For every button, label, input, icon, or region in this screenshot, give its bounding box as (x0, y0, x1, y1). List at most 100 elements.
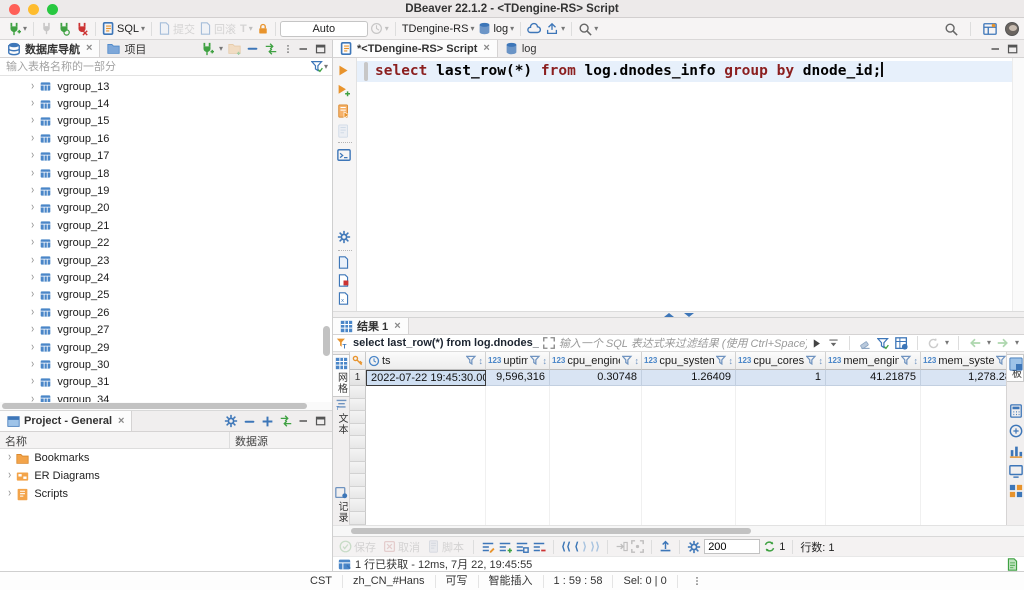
tab-text-presentation[interactable]: T 文本 (333, 396, 350, 437)
tab-database-navigator[interactable]: 数据库导航 × (0, 40, 100, 57)
log-status-icon[interactable] (1006, 558, 1019, 571)
explain-plan-icon[interactable] (337, 124, 351, 138)
column-sort-icon[interactable]: ↕ (479, 356, 484, 366)
commit-button[interactable]: 提交 (156, 20, 197, 38)
auto-refresh-icon[interactable] (763, 540, 776, 553)
back-icon[interactable] (968, 337, 982, 349)
metadata-panel-icon[interactable] (1009, 484, 1023, 498)
calc-panel-icon[interactable] (1009, 404, 1023, 418)
chevron-right-icon[interactable]: › (31, 376, 34, 388)
column-filter-icon[interactable] (716, 355, 727, 366)
grid-data-row[interactable]: 1 2022-07-22 19:45:30.0009,596,3160.3074… (350, 370, 1006, 386)
tree-item-vgroup_26[interactable]: ›vgroup_26 (0, 304, 332, 321)
tree-item-vgroup_16[interactable]: ›vgroup_16 (0, 130, 332, 147)
maximize-view-icon[interactable] (1007, 43, 1019, 55)
tree-item-vgroup_23[interactable]: ›vgroup_23 (0, 252, 332, 269)
tree-item-vgroup_29[interactable]: ›vgroup_29 (0, 339, 332, 356)
column-filter-icon[interactable] (806, 355, 817, 366)
tab-results-1[interactable]: 结果 1 × (333, 318, 409, 334)
chevron-right-icon[interactable]: › (31, 307, 34, 319)
column-header-cpu_system[interactable]: 123cpu_system↕ (642, 352, 736, 370)
chevron-right-icon[interactable]: › (31, 342, 34, 354)
chevron-right-icon[interactable]: › (31, 98, 34, 110)
goto-row-icon[interactable] (615, 540, 628, 553)
chevron-right-icon[interactable]: › (8, 452, 11, 464)
add-row-icon[interactable] (498, 540, 512, 554)
column-header-uptime[interactable]: 123uptime↕ (486, 352, 550, 370)
delete-file-icon[interactable]: x (337, 292, 350, 305)
next-row-button[interactable]: ⟩ (582, 540, 587, 553)
column-filter-icon[interactable] (466, 355, 477, 366)
open-file-icon[interactable] (337, 256, 350, 269)
edit-row-icon[interactable] (481, 540, 495, 554)
filter-placeholder[interactable]: 输入一个 SQL 表达式来过滤结果 (使用 Ctrl+Space) (559, 335, 807, 351)
perspective-button[interactable] (981, 20, 999, 38)
tree-item-vgroup_21[interactable]: ›vgroup_21 (0, 217, 332, 234)
chevron-right-icon[interactable]: › (31, 359, 34, 371)
new-sql-editor-button[interactable]: SQL▾ (100, 20, 147, 38)
column-header-cpu_engine[interactable]: 123cpu_engine↕ (550, 352, 642, 370)
tree-item-vgroup_30[interactable]: ›vgroup_30 (0, 356, 332, 373)
close-icon[interactable]: × (86, 43, 92, 54)
network-profiles-button[interactable]: ▾ (543, 20, 567, 38)
chevron-right-icon[interactable]: › (31, 272, 34, 284)
rollback-button[interactable]: 回滚 (197, 20, 238, 38)
close-icon[interactable]: × (483, 43, 489, 54)
result-grid[interactable]: ts↕123uptime↕123cpu_engine↕123cpu_system… (350, 352, 1006, 525)
minimize-view-icon[interactable] (298, 43, 310, 55)
tree-item-vgroup_34[interactable]: ›vgroup_34 (0, 391, 332, 402)
cell-cpu_cores[interactable]: 1 (736, 370, 826, 386)
collapse-down-icon[interactable] (684, 313, 694, 317)
grid-horizontal-scrollbar[interactable] (333, 525, 1024, 536)
cancel-button[interactable]: 取消 (381, 539, 422, 555)
tree-item-vgroup_20[interactable]: ›vgroup_20 (0, 200, 332, 217)
collapse-up-icon[interactable] (664, 313, 674, 317)
save-button[interactable]: 保存 (337, 539, 378, 555)
previous-row-button[interactable]: ⟨ (574, 540, 579, 553)
tab-panels[interactable]: 面板 (1007, 354, 1024, 382)
tab-record-mode[interactable]: 记录 (333, 484, 350, 525)
cloud-button[interactable] (525, 20, 543, 38)
delete-row-icon[interactable] (532, 540, 546, 554)
sql-console-icon[interactable] (337, 148, 351, 162)
project-item-bookmarks[interactable]: ›Bookmarks (0, 449, 332, 467)
result-query-text[interactable]: select last_row(*) from log.dnodes_ (353, 337, 539, 349)
chevron-right-icon[interactable]: › (8, 488, 11, 500)
execute-new-tab-icon[interactable] (337, 84, 350, 97)
column-sort-icon[interactable]: ↕ (914, 356, 919, 366)
minimize-window-button[interactable] (28, 4, 39, 15)
save-file-icon[interactable] (337, 274, 350, 287)
tree-item-vgroup_15[interactable]: ›vgroup_15 (0, 113, 332, 130)
active-connection-selector[interactable]: TDengine-RS▾ (400, 20, 477, 38)
tab-sql-script[interactable]: *<TDengine-RS> Script × (333, 40, 498, 57)
grid-corner-cell[interactable] (350, 352, 366, 370)
chevron-right-icon[interactable]: › (31, 115, 34, 127)
zoom-window-button[interactable] (47, 4, 58, 15)
minimize-view-icon[interactable] (990, 43, 1002, 55)
tree-item-vgroup_25[interactable]: ›vgroup_25 (0, 287, 332, 304)
column-filter-icon[interactable] (996, 355, 1007, 366)
connect-button[interactable] (38, 20, 55, 38)
grid-settings-icon[interactable] (895, 337, 908, 350)
tree-item-vgroup_14[interactable]: ›vgroup_14 (0, 95, 332, 112)
tab-projects[interactable]: 项目 (100, 40, 153, 57)
cell-uptime[interactable]: 9,596,316 (486, 370, 550, 386)
chevron-right-icon[interactable]: › (31, 394, 34, 402)
editor-scrollbar[interactable] (1012, 58, 1024, 311)
tree-vertical-scrollbar[interactable] (323, 326, 330, 356)
chevron-right-icon[interactable]: › (31, 168, 34, 180)
table-filter-input[interactable] (4, 60, 311, 74)
active-database-selector[interactable]: log▾ (476, 20, 516, 38)
apply-filter-icon[interactable] (811, 338, 822, 349)
tree-item-vgroup_24[interactable]: ›vgroup_24 (0, 269, 332, 286)
tree-item-vgroup_19[interactable]: ›vgroup_19 (0, 182, 332, 199)
column-sort-icon[interactable]: ↕ (819, 356, 824, 366)
transaction-mode-button[interactable]: T▾ (238, 20, 255, 38)
gear-icon[interactable] (224, 414, 238, 428)
filter-history-icon[interactable] (827, 338, 840, 349)
filter-icon[interactable] (311, 60, 324, 73)
collapse-icon[interactable] (243, 415, 256, 428)
editor-settings-icon[interactable] (337, 230, 351, 244)
fetch-size-input[interactable] (704, 539, 760, 554)
maximize-view-icon[interactable] (315, 415, 327, 427)
